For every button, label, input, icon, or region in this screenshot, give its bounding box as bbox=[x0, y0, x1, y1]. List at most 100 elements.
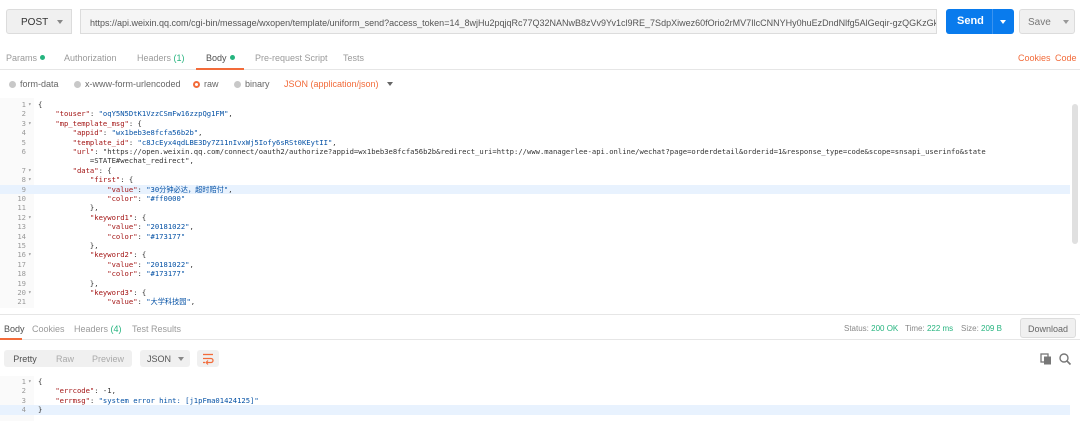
method-select[interactable]: POST bbox=[6, 9, 72, 34]
tab-authorization[interactable]: Authorization bbox=[64, 53, 117, 63]
radio-icon bbox=[234, 81, 241, 88]
tab-tests[interactable]: Tests bbox=[343, 53, 364, 63]
response-view-bar: Pretty Raw Preview JSON bbox=[0, 347, 1080, 369]
radio-urlencoded[interactable]: x-www-form-urlencoded bbox=[74, 79, 181, 89]
code-link[interactable]: Code bbox=[1055, 53, 1077, 63]
code-line: 4} bbox=[0, 405, 1070, 415]
line-number: 4 bbox=[21, 405, 26, 415]
tab-count: (1) bbox=[173, 53, 185, 63]
code-line: 3 ▾ "mp_template_msg": { bbox=[0, 119, 1070, 128]
request-body-editor[interactable]: 1 ▾{2 "touser": "oqY5N5DtK1VzzCSmFw16zzpQ… bbox=[0, 98, 1080, 308]
time-value: 222 ms bbox=[926, 324, 954, 333]
code-text: "color": "#173177" bbox=[107, 231, 186, 241]
code-text: "touser": "oqY5N5DtK1VzzCSmFw16zzpQg1FM"… bbox=[55, 109, 233, 119]
fold-toggle-icon[interactable]: ▾ bbox=[28, 166, 32, 175]
wrap-lines-icon bbox=[203, 353, 214, 365]
line-number: 3 bbox=[21, 395, 26, 405]
code-text: "keyword1": { bbox=[89, 212, 147, 222]
line-number: 1 bbox=[21, 377, 26, 386]
radio-binary[interactable]: binary bbox=[234, 79, 270, 89]
copy-button[interactable] bbox=[1039, 352, 1053, 366]
option-label: x-www-form-urlencoded bbox=[85, 79, 181, 89]
status-label: Status: bbox=[844, 324, 869, 333]
line-number: 11 bbox=[17, 203, 26, 213]
option-label: form-data bbox=[20, 79, 59, 89]
tab-body[interactable]: Body bbox=[206, 53, 235, 63]
code-line: 14 "color": "#173177" bbox=[0, 232, 1070, 241]
response-format-select[interactable]: JSON bbox=[140, 350, 190, 367]
line-number: 9 bbox=[21, 184, 26, 194]
code-text: =STATE#wechat_redirect", bbox=[38, 156, 194, 166]
line-number: 3 bbox=[21, 118, 26, 128]
view-preview-button[interactable]: Preview bbox=[84, 350, 132, 367]
code-text: "value": "大学科技园", bbox=[107, 297, 196, 307]
radio-selected-icon bbox=[193, 81, 200, 88]
tab-count: (4) bbox=[110, 324, 122, 334]
url-input[interactable]: https://api.weixin.qq.com/cgi-bin/messag… bbox=[80, 9, 937, 34]
code-line: 1 ▾ { bbox=[0, 100, 1070, 109]
line-number: 2 bbox=[21, 109, 26, 119]
tab-pre-request-script[interactable]: Pre-request Script bbox=[255, 53, 328, 63]
code-text: "color": "#ff0000" bbox=[107, 194, 186, 203]
fold-toggle-icon[interactable]: ▾ bbox=[28, 213, 32, 222]
line-number: 12 bbox=[17, 212, 26, 222]
tab-label: Authorization bbox=[64, 53, 117, 63]
tab-label: Headers bbox=[74, 324, 109, 334]
request-bar: POST https://api.weixin.qq.com/cgi-bin/m… bbox=[0, 0, 1080, 44]
line-number: 16 bbox=[17, 250, 26, 260]
body-type-options: form-data x-www-form-urlencoded raw bina… bbox=[0, 74, 1080, 94]
active-tab-indicator bbox=[196, 68, 244, 70]
line-number: 14 bbox=[17, 231, 26, 241]
request-tabs: Params Authorization Headers (1) Body Pr… bbox=[0, 48, 1080, 70]
tab-params[interactable]: Params bbox=[6, 53, 46, 63]
fold-toggle-icon[interactable]: ▾ bbox=[28, 100, 32, 109]
editor-scrollbar[interactable] bbox=[1072, 104, 1078, 244]
view-pretty-button[interactable]: Pretty bbox=[4, 350, 46, 367]
response-tab-test-results[interactable]: Test Results bbox=[132, 324, 181, 334]
code-text: "keyword2": { bbox=[89, 250, 147, 260]
fold-toggle-icon[interactable]: ▾ bbox=[28, 288, 32, 297]
tab-label: Tests bbox=[343, 53, 365, 63]
send-button[interactable]: Send bbox=[946, 9, 1014, 34]
code-text: }, bbox=[38, 278, 99, 288]
code-line: 8 ▾ "first": { bbox=[0, 175, 1070, 184]
chevron-down-icon bbox=[57, 20, 63, 24]
fold-toggle-icon[interactable]: ▾ bbox=[28, 250, 32, 259]
view-raw-button[interactable]: Raw bbox=[46, 350, 84, 367]
code-line: 19 }, bbox=[0, 279, 1070, 288]
code-line: 3 "errmsg": "system error hint: [j1pFma0… bbox=[0, 396, 1070, 405]
tab-label: Headers bbox=[137, 53, 172, 63]
response-tab-headers[interactable]: Headers (4) bbox=[74, 324, 122, 334]
radio-raw[interactable]: raw bbox=[193, 79, 219, 89]
content-type-select[interactable]: JSON (application/json) bbox=[284, 79, 393, 89]
download-button[interactable]: Download bbox=[1020, 318, 1076, 338]
copy-icon bbox=[1040, 353, 1051, 365]
code-line: 6 "url": "https://open.weixin.qq.com/con… bbox=[0, 147, 1070, 156]
fold-toggle-icon[interactable]: ▾ bbox=[28, 119, 32, 128]
line-number: 2 bbox=[21, 386, 26, 396]
response-tab-body[interactable]: Body bbox=[4, 324, 25, 334]
code-text: "value": "20181022", bbox=[107, 259, 194, 269]
code-line: 1 ▾ { bbox=[0, 377, 1070, 386]
fold-toggle-icon[interactable]: ▾ bbox=[28, 377, 32, 386]
response-tab-cookies[interactable]: Cookies bbox=[32, 324, 65, 334]
radio-form-data[interactable]: form-data bbox=[9, 79, 59, 89]
pane-divider[interactable] bbox=[0, 314, 1080, 315]
line-number: 20 bbox=[17, 288, 26, 297]
chevron-down-icon[interactable] bbox=[1063, 20, 1069, 24]
size-value: 209 B bbox=[981, 324, 1002, 333]
chevron-down-icon[interactable] bbox=[1000, 20, 1006, 24]
code-text: "data": { bbox=[72, 165, 112, 175]
wrap-lines-button[interactable] bbox=[197, 350, 219, 367]
tab-headers[interactable]: Headers (1) bbox=[137, 53, 185, 63]
response-body-viewer[interactable]: 1 ▾{2 "errcode": -1, 3 "errmsg": "system e… bbox=[0, 376, 1080, 421]
code-text: "value": "30分钟必达，超时赔付", bbox=[107, 184, 233, 194]
code-line: 10 "color": "#ff0000" bbox=[0, 194, 1070, 203]
cookies-link[interactable]: Cookies bbox=[1018, 53, 1051, 63]
code-text: "mp_template_msg": { bbox=[55, 118, 142, 128]
code-line: 12 ▾ "keyword1": { bbox=[0, 213, 1070, 222]
save-button[interactable]: Save bbox=[1019, 9, 1075, 34]
fold-toggle-icon[interactable]: ▾ bbox=[28, 175, 32, 184]
search-button[interactable] bbox=[1058, 352, 1072, 366]
tab-label: Params bbox=[6, 53, 38, 63]
